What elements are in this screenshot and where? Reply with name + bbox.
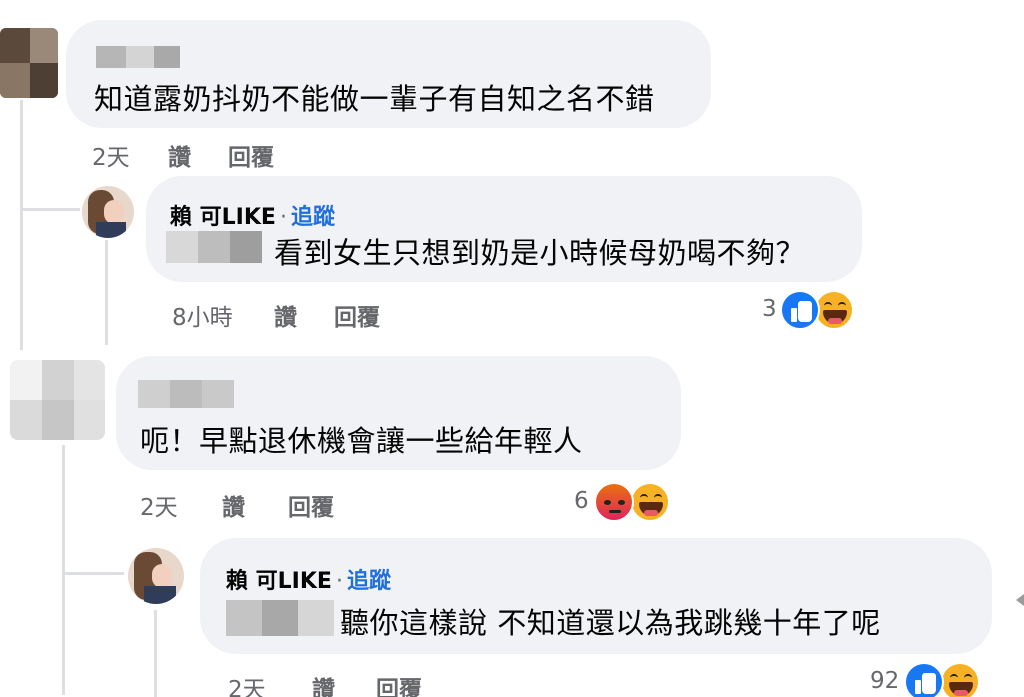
author-name-blurred[interactable]	[96, 46, 180, 68]
author-name-blurred[interactable]	[138, 380, 234, 408]
comment-bubble: 賴 可LIKE · 追蹤 聽你這樣說 不知道還以為我跳幾十年了呢	[200, 538, 992, 654]
thread-line	[62, 445, 65, 695]
like-button[interactable]: 讚	[274, 298, 297, 332]
reply-button[interactable]: 回覆	[228, 138, 274, 172]
comment-bubble: 賴 可LIKE · 追蹤 看到女生只想到奶是小時候母奶喝不夠？	[146, 176, 862, 282]
like-button[interactable]: 讚	[222, 488, 245, 522]
follow-link[interactable]: 追蹤	[291, 205, 335, 230]
timestamp[interactable]: 8小時	[172, 298, 233, 332]
separator: ·	[279, 205, 287, 230]
comment-text: 知道露奶抖奶不能做一輩子有自知之名不錯	[94, 82, 655, 116]
timestamp[interactable]: 2天	[228, 670, 266, 697]
author-name[interactable]: 賴 可LIKE	[170, 205, 276, 230]
comment-bubble: 知道露奶抖奶不能做一輩子有自知之名不錯	[66, 20, 711, 128]
reactions[interactable]: 6	[574, 482, 674, 522]
follow-link[interactable]: 追蹤	[347, 569, 391, 594]
comment-bubble: 呃！早點退休機會讓一些給年輕人	[116, 356, 681, 470]
avatar[interactable]	[128, 548, 184, 604]
timestamp[interactable]: 2天	[92, 138, 130, 172]
reactions[interactable]: 3	[762, 290, 858, 330]
haha-icon	[940, 662, 980, 697]
reaction-count: 6	[574, 488, 589, 514]
reply-button[interactable]: 回覆	[288, 488, 334, 522]
angry-icon	[594, 482, 634, 522]
avatar-blurred[interactable]	[0, 28, 58, 98]
separator: ·	[335, 569, 343, 594]
comment-text: 聽你這樣說 不知道還以為我跳幾十年了呢	[340, 606, 881, 640]
mention-blurred[interactable]	[226, 600, 334, 636]
thread-line	[154, 610, 157, 697]
scroll-arrow-icon[interactable]	[1016, 594, 1024, 606]
like-icon	[904, 662, 944, 697]
like-icon	[780, 290, 820, 330]
timestamp[interactable]: 2天	[140, 488, 178, 522]
avatar[interactable]	[82, 186, 134, 238]
avatar-blurred[interactable]	[10, 360, 105, 440]
author-line: 賴 可LIKE · 追蹤	[170, 199, 335, 231]
haha-icon	[814, 290, 854, 330]
reactions[interactable]: 92	[870, 662, 982, 697]
reaction-count: 92	[870, 668, 900, 694]
haha-icon	[630, 482, 670, 522]
reply-button[interactable]: 回覆	[376, 670, 422, 697]
thread-line	[20, 208, 80, 211]
author-name[interactable]: 賴 可LIKE	[226, 569, 332, 594]
thread-line	[105, 240, 108, 345]
thread-line	[20, 100, 23, 350]
like-button[interactable]: 讚	[312, 670, 335, 697]
like-button[interactable]: 讚	[168, 138, 191, 172]
comment-text: 呃！早點退休機會讓一些給年輕人	[140, 424, 583, 458]
author-line: 賴 可LIKE · 追蹤	[226, 563, 391, 595]
thread-line	[62, 572, 124, 575]
reaction-count: 3	[762, 296, 777, 322]
reply-button[interactable]: 回覆	[334, 298, 380, 332]
comment-text: 看到女生只想到奶是小時候母奶喝不夠？	[274, 236, 806, 270]
mention-blurred[interactable]	[166, 231, 262, 263]
